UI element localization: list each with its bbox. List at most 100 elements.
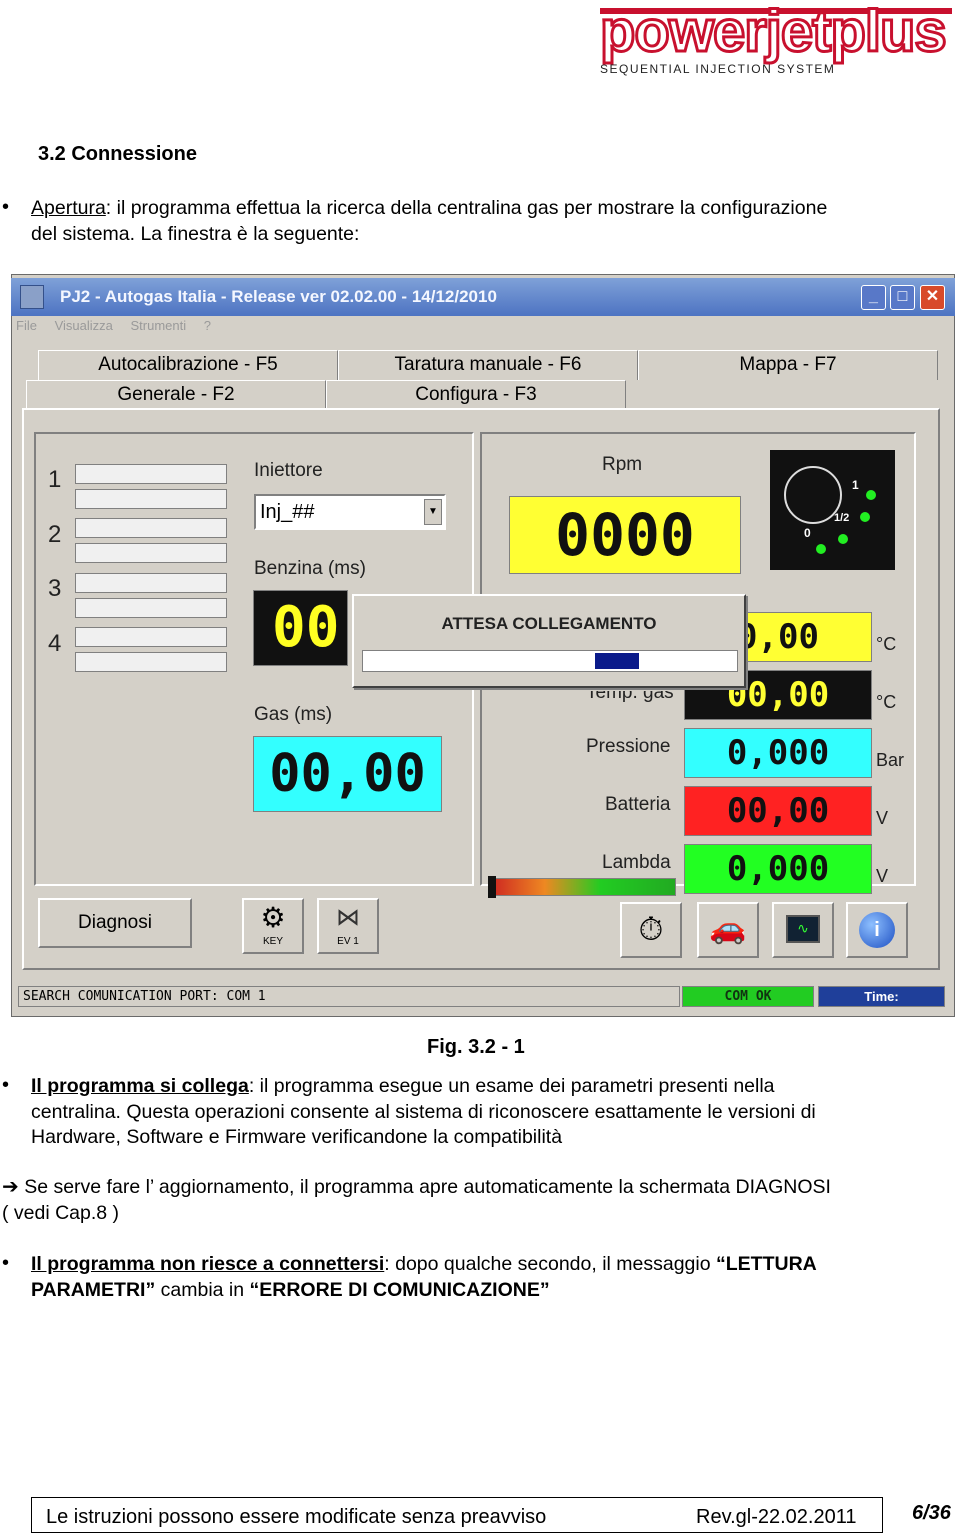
pressione-label: Pressione xyxy=(586,736,671,757)
iniettore-value: Inj_## xyxy=(260,501,315,523)
pressione-unit: Bar xyxy=(876,750,905,770)
collega-text-3: Hardware, Software e Firmware verificand… xyxy=(31,1126,563,1148)
section-title: 3.2 Connessione xyxy=(38,143,197,165)
close-icon[interactable]: ✕ xyxy=(920,285,945,310)
tab-mappa[interactable]: Mappa - F7 xyxy=(638,350,938,380)
iniettore-select[interactable]: Inj_## ▼ xyxy=(254,494,446,530)
ev1-label: EV 1 xyxy=(337,936,359,947)
benzina-display: 00, xyxy=(253,590,348,666)
cylinder-3-bar-a xyxy=(75,573,227,593)
stopwatch-icon: ⏱ xyxy=(638,911,664,947)
rpm-display: 0000 xyxy=(509,496,741,574)
com-status-badge: COM OK xyxy=(682,986,814,1007)
footer-revision: Rev.gl-22.02.2011 xyxy=(696,1506,857,1528)
lettura-quote: “LETTURA xyxy=(716,1253,817,1275)
lambda-unit: V xyxy=(876,866,889,886)
maximize-icon[interactable]: □ xyxy=(890,285,915,310)
rpm-label: Rpm xyxy=(602,454,643,475)
gauge-led-2 xyxy=(860,512,870,522)
cylinder-3-bar-b xyxy=(75,598,227,618)
gauge-label-half: 1/2 xyxy=(834,512,850,524)
page-number: 6/36 xyxy=(912,1502,951,1524)
logo-tagline: SEQUENTIAL INJECTION SYSTEM xyxy=(600,62,836,76)
time-field: Time: xyxy=(818,986,945,1007)
errore-quote: “ERRORE DI COMUNICAZIONE” xyxy=(249,1278,550,1301)
info-button[interactable]: i xyxy=(846,902,908,958)
menu-file[interactable]: File xyxy=(16,318,37,333)
iniettore-label: Iniettore xyxy=(254,460,323,481)
aggiornamento-text-2: ( vedi Cap.8 ) xyxy=(2,1201,120,1224)
tab-taratura-manuale[interactable]: Taratura manuale - F6 xyxy=(338,350,638,380)
gauge-led-3 xyxy=(838,534,848,544)
car-button[interactable]: 🚗 xyxy=(697,902,759,958)
aggiornamento-text-1: Se serve fare l’ aggiornamento, il progr… xyxy=(24,1176,831,1198)
info-icon: i xyxy=(859,912,895,948)
key-icon: ⚙ xyxy=(260,902,286,933)
cylinder-4-label: 4 xyxy=(48,630,62,657)
gauge-led-4 xyxy=(816,544,826,554)
minimize-icon[interactable]: _ xyxy=(861,285,886,310)
app-icon xyxy=(20,285,44,309)
cylinder-1-label: 1 xyxy=(48,466,62,493)
benzina-label: Benzina (ms) xyxy=(254,558,366,579)
errore-text-2: cambia in xyxy=(155,1278,250,1301)
menu-bar: File Visualizza Strumenti ? xyxy=(16,318,225,333)
figure-caption: Fig. 3.2 - 1 xyxy=(427,1036,525,1058)
paragraph-errore: Il programma non riesce a connettersi: d… xyxy=(31,1252,951,1303)
oscilloscope-icon: ∿ xyxy=(786,915,820,943)
gauge-label-zero: 0 xyxy=(804,526,811,540)
app-title: PJ2 - Autogas Italia - Release ver 02.02… xyxy=(60,287,497,306)
paragraph-collega: Il programma si collega: il programma es… xyxy=(31,1074,951,1151)
term-apertura: Apertura xyxy=(31,197,106,219)
cylinder-3-label: 3 xyxy=(48,575,62,602)
lambda-display: 0,000 xyxy=(684,844,872,894)
tab-autocalibrazione[interactable]: Autocalibrazione - F5 xyxy=(38,350,338,380)
oscilloscope-button[interactable]: ∿ xyxy=(772,902,834,958)
lambda-bar xyxy=(488,878,676,896)
chevron-down-icon[interactable]: ▼ xyxy=(424,499,442,525)
stopwatch-button[interactable]: ⏱ xyxy=(620,902,682,958)
key-label: KEY xyxy=(262,936,283,947)
status-bar-message: SEARCH COMUNICATION PORT: COM 1 xyxy=(18,986,680,1007)
menu-visualizza[interactable]: Visualizza xyxy=(55,318,113,333)
menu-help[interactable]: ? xyxy=(204,318,211,333)
progress-fill xyxy=(595,653,639,669)
progress-bar xyxy=(362,650,738,672)
apertura-text-2: del sistema. La finestra è la seguente: xyxy=(31,222,360,245)
temp-gas-unit: °C xyxy=(876,692,897,712)
cylinder-2-label: 2 xyxy=(48,521,62,548)
footer-box: Le istruzioni possono essere modificate … xyxy=(31,1497,883,1533)
lambda-bar-marker xyxy=(488,876,496,898)
gauge-label-one: 1 xyxy=(852,478,859,492)
term-non-connette: Il programma non riesce a connettersi xyxy=(31,1253,385,1275)
bullet-dot: • xyxy=(2,1252,10,1274)
batteria-label: Batteria xyxy=(605,794,671,815)
footer-disclaimer: Le istruzioni possono essere modificate … xyxy=(46,1506,547,1528)
bullet-dot: • xyxy=(2,196,10,218)
errore-text-1: : dopo qualche secondo, il messaggio xyxy=(384,1253,717,1275)
tab-generale[interactable]: Generale - F2 xyxy=(26,380,326,410)
car-icon: 🚗 xyxy=(709,912,747,945)
cylinder-1-bar-a xyxy=(75,464,227,484)
cylinder-1-bar-b xyxy=(75,489,227,509)
key-button[interactable]: ⚙ KEY xyxy=(242,898,304,954)
cylinder-4-bar-a xyxy=(75,627,227,647)
ev1-button[interactable]: ⋈ EV 1 xyxy=(317,898,379,954)
gauge-led-1 xyxy=(866,490,876,500)
gas-label: Gas (ms) xyxy=(254,704,333,725)
tab-configura[interactable]: Configura - F3 xyxy=(326,380,626,410)
gas-display: 00,00 xyxy=(253,736,442,812)
dialog-message: ATTESA COLLEGAMENTO xyxy=(441,614,657,633)
temp-reducer-unit: °C xyxy=(876,634,897,654)
parametri-quote: PARAMETRI” xyxy=(31,1278,156,1301)
fuel-gauge: 1 1/2 0 xyxy=(770,450,895,570)
collega-text-1: : il programma esegue un esame dei param… xyxy=(248,1075,775,1097)
menu-strumenti[interactable]: Strumenti xyxy=(131,318,187,333)
batteria-display: 00,00 xyxy=(684,786,872,836)
cylinder-2-bar-a xyxy=(75,518,227,538)
diagnosi-button[interactable]: Diagnosi xyxy=(38,898,192,948)
pressione-display: 0,000 xyxy=(684,728,872,778)
cylinder-4-bar-b xyxy=(75,652,227,672)
bullet-dot: • xyxy=(2,1074,10,1096)
term-collega: Il programma si collega xyxy=(31,1075,249,1097)
